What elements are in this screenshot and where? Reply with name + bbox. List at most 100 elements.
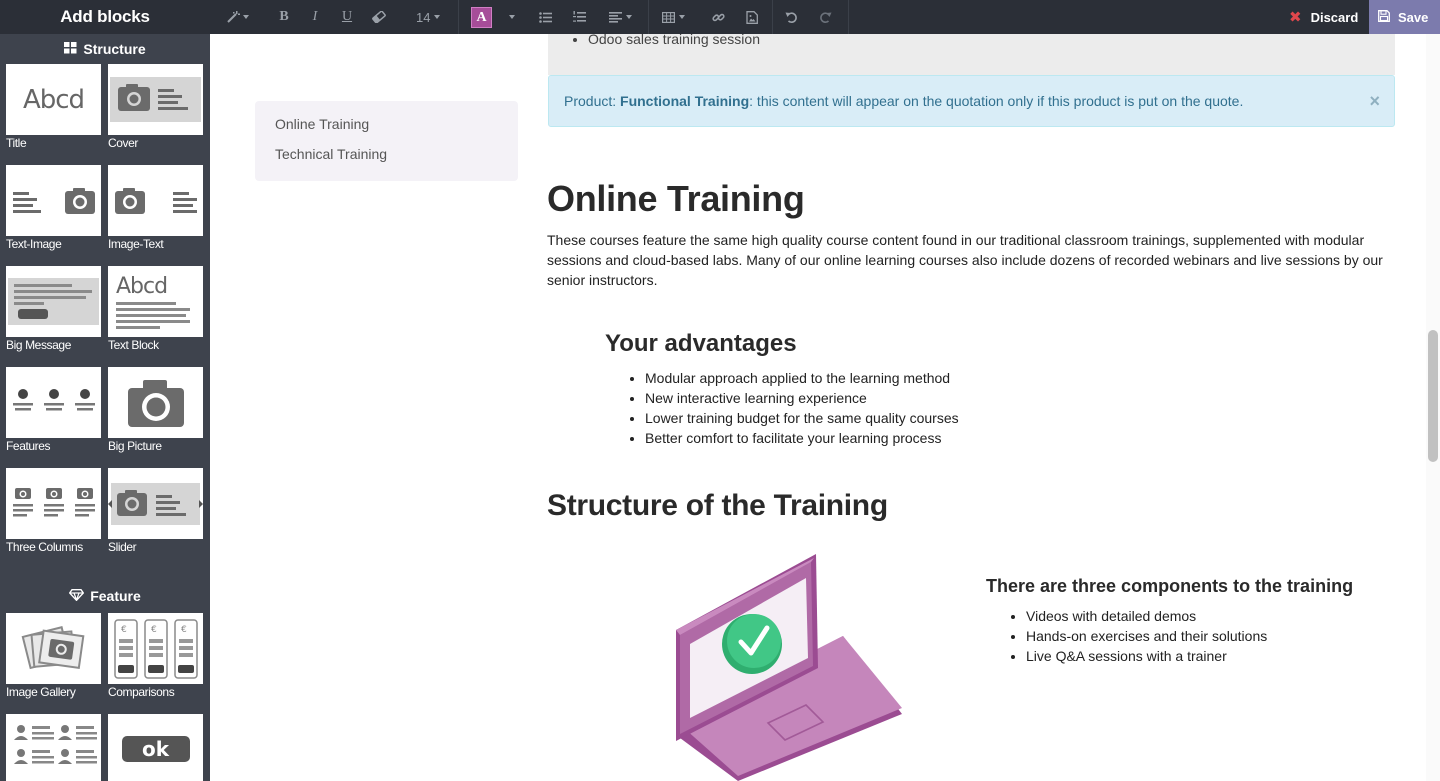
previous-list: Odoo sales training session xyxy=(588,34,760,47)
block-slider[interactable]: Slider xyxy=(108,468,203,569)
discard-button[interactable]: ✖ Discard xyxy=(1278,0,1368,34)
caret-down-icon xyxy=(509,15,515,19)
block-label: Text-Image xyxy=(6,237,62,251)
alert-close-button[interactable]: × xyxy=(1369,76,1380,126)
redo-icon xyxy=(819,11,832,24)
advantages-heading: Your advantages xyxy=(605,330,797,357)
alert-suffix: : this content will appear on the quotat… xyxy=(749,93,1244,109)
save-label: Save xyxy=(1398,9,1429,25)
block-title-thumb: Abcd xyxy=(6,64,101,135)
font-size-value: 14 xyxy=(416,9,431,25)
block-label: Title xyxy=(6,136,27,150)
block-label: Slider xyxy=(108,540,137,554)
block-label: Comparisons xyxy=(108,685,175,699)
unordered-list-button[interactable] xyxy=(539,0,552,34)
block-label: Big Message xyxy=(6,338,71,352)
redo-button[interactable] xyxy=(819,0,832,34)
block-big-picture-thumb xyxy=(108,367,203,438)
toolbar-divider xyxy=(848,0,849,34)
alert-prefix: Product: xyxy=(564,93,621,109)
italic-button[interactable]: I xyxy=(309,0,321,34)
discard-label: Discard xyxy=(1310,9,1359,25)
font-size-dropdown[interactable]: 14 xyxy=(416,0,441,34)
block-label: Cover xyxy=(108,136,139,150)
block-big-message-thumb xyxy=(6,266,101,337)
bold-button[interactable]: B xyxy=(277,0,291,34)
style-dropdown[interactable] xyxy=(226,0,249,34)
svg-text:€: € xyxy=(121,625,127,635)
font-color-dropdown[interactable] xyxy=(506,0,515,34)
block-cover[interactable]: Cover xyxy=(108,64,203,165)
table-dropdown[interactable] xyxy=(662,0,685,34)
thumb-title-text: Abcd xyxy=(116,273,168,299)
thumb-title-text: Abcd xyxy=(22,84,85,115)
block-features-thumb xyxy=(6,367,101,438)
caret-down-icon xyxy=(243,15,249,19)
list-ol-icon xyxy=(573,11,586,23)
previous-section: Odoo sales training session xyxy=(548,34,1395,75)
feature-blocks: Image Gallery € € € Comparisons ok xyxy=(0,613,210,781)
list-item: Videos with detailed demos xyxy=(1026,606,1267,626)
block-text-image[interactable]: Text-Image xyxy=(6,165,101,266)
block-label: Image-Text xyxy=(108,237,164,251)
block-big-picture[interactable]: Big Picture xyxy=(108,367,203,468)
block-comparisons[interactable]: € € € Comparisons xyxy=(108,613,203,714)
block-title[interactable]: Abcd Title xyxy=(6,64,101,165)
section-title: Feature xyxy=(90,588,141,604)
structure-heading: Structure of the Training xyxy=(547,489,888,522)
undo-button[interactable] xyxy=(785,0,798,34)
insert-image-button[interactable] xyxy=(746,0,758,34)
block-image-gallery-thumb xyxy=(6,613,101,684)
intro-paragraph: These courses feature the same high qual… xyxy=(547,232,1383,288)
block-image-gallery[interactable]: Image Gallery xyxy=(6,613,101,714)
scrollbar-thumb[interactable] xyxy=(1428,330,1438,462)
underline-button[interactable]: U xyxy=(340,0,354,34)
toolbar-divider xyxy=(458,0,459,34)
block-slider-thumb xyxy=(108,468,203,539)
link-button[interactable] xyxy=(712,0,725,34)
font-color-button[interactable]: A xyxy=(471,0,492,34)
toolbar-divider xyxy=(772,0,773,34)
snippets-sidebar: Add blocks Structure Abcd Title Cover Te… xyxy=(0,0,210,781)
laptop-illustration[interactable] xyxy=(668,550,908,781)
caret-down-icon xyxy=(434,15,441,19)
alert-product-name: Functional Training xyxy=(620,93,750,109)
product-info-alert: Product: Functional Training: this conte… xyxy=(548,75,1395,127)
ordered-list-button[interactable] xyxy=(573,0,586,34)
block-image-text-thumb xyxy=(108,165,203,236)
block-three-columns-thumb xyxy=(6,468,101,539)
editor-toolbar: B I U 14 A ✖ Discard Save xyxy=(210,0,1440,34)
block-text-block-thumb: Abcd xyxy=(108,266,203,337)
floppy-disk-icon xyxy=(1378,9,1390,25)
block-call-to-action[interactable]: ok xyxy=(108,714,203,781)
section-title: Structure xyxy=(83,41,146,57)
list-item: Better comfort to facilitate your learni… xyxy=(645,428,959,448)
eraser-icon xyxy=(372,11,386,23)
structure-blocks: Abcd Title Cover Text-Image Image-Text B… xyxy=(0,64,210,569)
block-label: Big Picture xyxy=(108,439,162,453)
eraser-button[interactable] xyxy=(372,0,386,34)
save-button[interactable]: Save xyxy=(1369,0,1440,34)
paragraph-align-dropdown[interactable] xyxy=(609,0,632,34)
sidebar-title: Add blocks xyxy=(0,0,210,34)
ok-button-icon: ok xyxy=(121,736,190,762)
block-features[interactable]: Features xyxy=(6,367,101,468)
table-of-contents: Online Training Technical Training xyxy=(255,101,518,181)
block-team-thumb xyxy=(6,714,101,781)
picture-icon xyxy=(746,10,758,24)
block-comparisons-thumb: € € € xyxy=(108,613,203,684)
block-three-columns[interactable]: Three Columns xyxy=(6,468,101,569)
toc-link-online-training[interactable]: Online Training xyxy=(275,109,498,139)
list-item: Lower training budget for the same quali… xyxy=(645,408,959,428)
block-big-message[interactable]: Big Message xyxy=(6,266,101,367)
components-heading: There are three components to the traini… xyxy=(986,576,1354,596)
close-icon: ✖ xyxy=(1289,9,1302,26)
block-text-block[interactable]: Abcd Text Block xyxy=(108,266,203,367)
block-team[interactable] xyxy=(6,714,101,781)
link-icon xyxy=(712,11,725,24)
list-item: Hands-on exercises and their solutions xyxy=(1026,626,1267,646)
block-image-text[interactable]: Image-Text xyxy=(108,165,203,266)
diamond-icon xyxy=(69,581,85,611)
list-item: Odoo sales training session xyxy=(588,34,760,47)
toc-link-technical-training[interactable]: Technical Training xyxy=(275,139,498,169)
